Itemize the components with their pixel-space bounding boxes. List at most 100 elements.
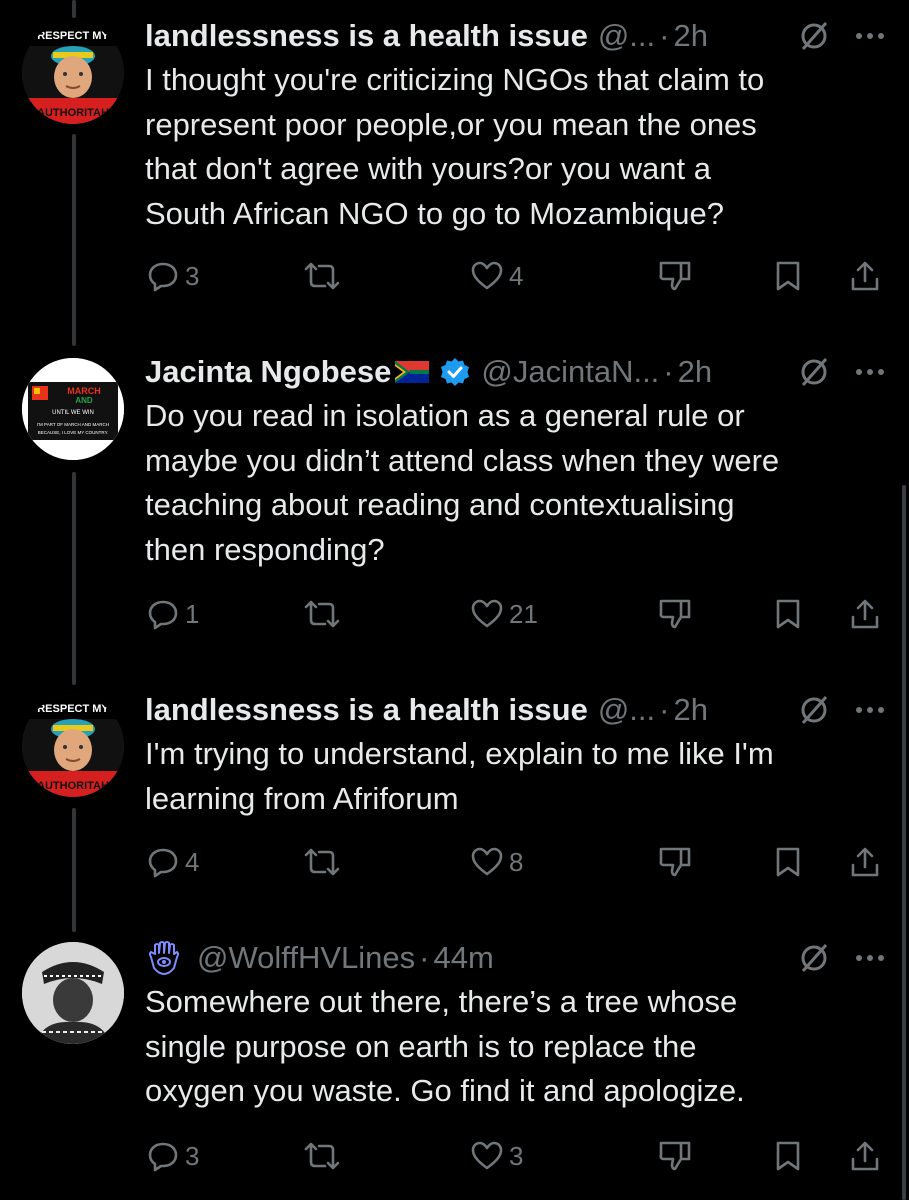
scrollbar[interactable] xyxy=(902,485,906,1200)
grok-icon[interactable] xyxy=(797,19,831,53)
share-button[interactable] xyxy=(849,594,881,634)
like-button[interactable]: 21 xyxy=(471,594,538,634)
repost-icon xyxy=(304,600,340,628)
timestamp[interactable]: 2h xyxy=(673,18,707,54)
grok-icon[interactable] xyxy=(797,355,831,389)
bookmark-button[interactable] xyxy=(775,594,801,634)
display-name[interactable]: landlessness is a health issue xyxy=(145,692,588,728)
separator-dot: · xyxy=(659,18,670,53)
like-button[interactable]: 4 xyxy=(471,256,523,296)
user-handle[interactable]: @WolffHVLines xyxy=(197,940,415,976)
tweet-text-line: teaching about reading and contextualisi… xyxy=(145,487,735,522)
thread-line xyxy=(72,808,76,932)
avatar[interactable]: MARCH AND UNTIL WE WIN I'M PART OF MARCH… xyxy=(22,358,124,460)
avatar-image xyxy=(22,942,124,1044)
thread-line xyxy=(72,134,76,346)
repost-button[interactable] xyxy=(303,842,341,882)
reply-count: 1 xyxy=(185,598,200,629)
reply-button[interactable]: 3 xyxy=(147,1136,199,1176)
reply-button[interactable]: 4 xyxy=(147,842,199,882)
dislike-button[interactable] xyxy=(657,1136,693,1176)
reply-count: 3 xyxy=(185,260,200,291)
more-icon[interactable] xyxy=(855,31,885,41)
tweet-header: landlessness is a health issue @... · 2h xyxy=(145,690,885,730)
tweet-header: Jacinta Ngobese @JacintaN... · 2h xyxy=(145,352,885,392)
like-button[interactable]: 8 xyxy=(471,842,523,882)
reply-button[interactable]: 1 xyxy=(147,594,199,634)
bookmark-button[interactable] xyxy=(775,256,801,296)
separator-dot: · xyxy=(659,692,670,727)
tweet-text: I'm trying to understand, explain to me … xyxy=(145,732,885,821)
repost-icon xyxy=(304,848,340,876)
repost-button[interactable] xyxy=(303,256,341,296)
dislike-button[interactable] xyxy=(657,594,693,634)
share-button[interactable] xyxy=(849,256,881,296)
tweet-text-line: learning from Afriforum xyxy=(145,780,459,816)
avatar-image: RESPECT MY AUTHORITAH xyxy=(22,695,124,797)
tweet-text-line: represent poor people,or you mean the on… xyxy=(145,106,757,142)
svg-text:AUTHORITAH: AUTHORITAH xyxy=(37,107,109,119)
like-button[interactable]: 3 xyxy=(471,1136,523,1176)
reply-icon xyxy=(148,1142,178,1172)
reply-icon xyxy=(148,600,178,630)
avatar[interactable]: RESPECT MY AUTHORITAH xyxy=(22,695,124,797)
grok-icon[interactable] xyxy=(797,693,831,727)
svg-text:BECAUSE, I LOVE MY COUNTRY.: BECAUSE, I LOVE MY COUNTRY. xyxy=(38,430,109,435)
dislike-icon xyxy=(659,261,691,291)
display-name[interactable]: Jacinta Ngobese xyxy=(145,354,391,390)
avatar-image: MARCH AND UNTIL WE WIN I'M PART OF MARCH… xyxy=(22,358,124,460)
dislike-icon xyxy=(659,1141,691,1171)
svg-text:UNTIL WE WIN: UNTIL WE WIN xyxy=(52,410,94,416)
heart-icon xyxy=(471,847,503,876)
more-icon[interactable] xyxy=(855,367,885,377)
svg-text:RESPECT MY: RESPECT MY xyxy=(37,30,109,42)
separator-dot: · xyxy=(663,354,674,389)
user-handle[interactable]: @... xyxy=(598,692,655,728)
dislike-button[interactable] xyxy=(657,256,693,296)
repost-button[interactable] xyxy=(303,1136,341,1176)
svg-text:AND: AND xyxy=(75,396,93,405)
tweet-header: landlessness is a health issue @... · 2h xyxy=(145,16,885,56)
user-handle[interactable]: @... xyxy=(598,18,655,54)
avatar[interactable]: RESPECT MY AUTHORITAH xyxy=(22,22,124,124)
tweet-actions: 3 3 xyxy=(145,1136,885,1176)
display-name[interactable]: landlessness is a health issue xyxy=(145,18,588,54)
bookmark-button[interactable] xyxy=(775,1136,801,1176)
tweet-text-line: Somewhere out there, there’s a tree whos… xyxy=(145,984,738,1019)
bookmark-button[interactable] xyxy=(775,842,801,882)
avatar[interactable] xyxy=(22,942,124,1044)
bookmark-icon xyxy=(776,1141,800,1171)
avatar-image: RESPECT MY AUTHORITAH xyxy=(22,22,124,124)
share-button[interactable] xyxy=(849,842,881,882)
south-africa-flag-icon xyxy=(395,361,430,383)
reply-button[interactable]: 3 xyxy=(147,256,199,296)
tweet-text-line: South African NGO to go to Mozambique? xyxy=(145,195,724,231)
reply-count: 3 xyxy=(185,1140,200,1171)
tweet-text-line: I thought you're criticizing NGOs that c… xyxy=(145,62,765,97)
timestamp[interactable]: 2h xyxy=(678,354,712,390)
repost-button[interactable] xyxy=(303,594,341,634)
share-icon xyxy=(851,261,879,291)
more-icon[interactable] xyxy=(855,705,885,715)
tweet-actions: 1 21 xyxy=(145,594,885,634)
dislike-button[interactable] xyxy=(657,842,693,882)
tweet-text-line: maybe you didn’t attend class when they … xyxy=(145,442,780,478)
grok-icon[interactable] xyxy=(797,941,831,975)
bookmark-icon xyxy=(776,599,800,629)
reply-icon xyxy=(148,262,178,292)
reply-icon xyxy=(148,848,178,878)
bookmark-icon xyxy=(776,261,800,291)
share-icon xyxy=(851,847,879,877)
tweet-text-line: that don't agree with yours?or you want … xyxy=(145,151,711,186)
timestamp[interactable]: 44m xyxy=(433,940,493,976)
tweet-text: Do you read in isolation as a general ru… xyxy=(145,394,885,572)
more-icon[interactable] xyxy=(855,953,885,963)
tweet-text-line: oxygen you waste. Go find it and apologi… xyxy=(145,1073,745,1108)
user-handle[interactable]: @JacintaN... xyxy=(481,354,659,390)
tweet-text-line: single purpose on earth is to replace th… xyxy=(145,1028,697,1064)
tweet-actions: 3 4 xyxy=(145,256,885,296)
share-button[interactable] xyxy=(849,1136,881,1176)
timestamp[interactable]: 2h xyxy=(673,692,707,728)
thread-line xyxy=(72,0,76,18)
share-icon xyxy=(851,1141,879,1171)
